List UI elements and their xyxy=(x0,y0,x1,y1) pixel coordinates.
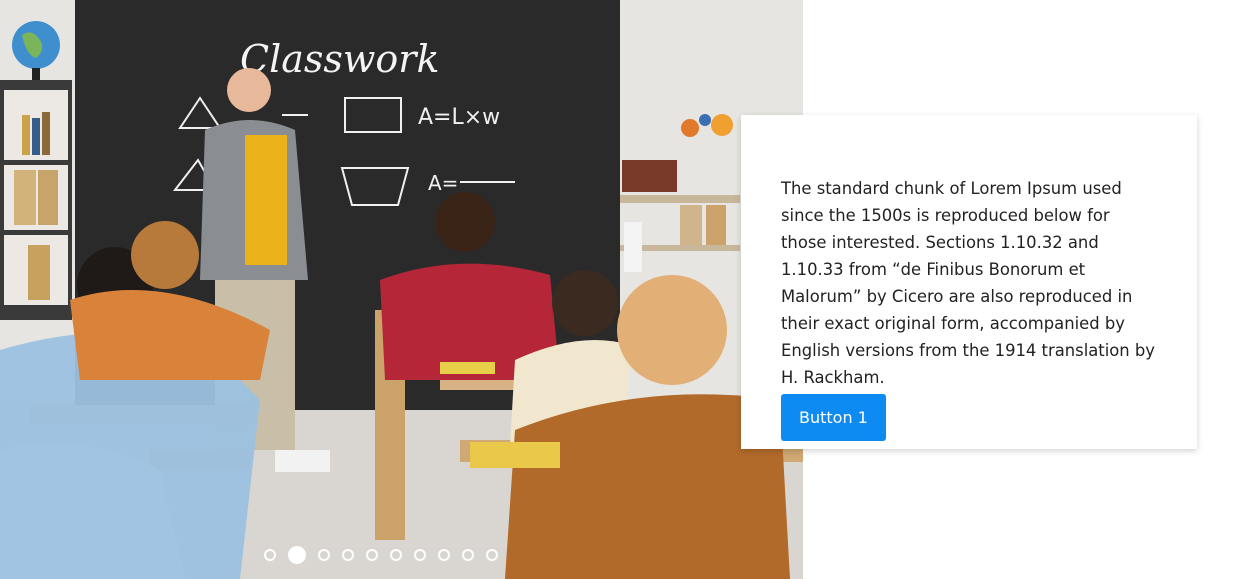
pagination-dot[interactable] xyxy=(264,549,276,561)
svg-text:A=L×w: A=L×w xyxy=(418,105,500,130)
pagination-dot[interactable] xyxy=(438,549,450,561)
pagination-dot[interactable] xyxy=(462,549,474,561)
pagination-dot[interactable] xyxy=(390,549,402,561)
slider-pagination xyxy=(264,546,498,564)
pagination-dot[interactable] xyxy=(486,549,498,561)
classroom-illustration: Classwork A=L×w A= xyxy=(0,0,803,579)
pagination-dot[interactable] xyxy=(366,549,378,561)
button-1[interactable]: Button 1 xyxy=(781,394,886,441)
content-card: The standard chunk of Lorem Ipsum used s… xyxy=(741,115,1197,449)
pagination-dot[interactable] xyxy=(342,549,354,561)
svg-text:A=: A= xyxy=(428,171,458,195)
chalkboard-title: Classwork xyxy=(240,37,439,81)
slider: Classwork A=L×w A= The standard chunk of… xyxy=(0,0,1239,579)
pagination-dot-active[interactable] xyxy=(288,546,306,564)
card-description: The standard chunk of Lorem Ipsum used s… xyxy=(781,179,1156,387)
slide-image: Classwork A=L×w A= xyxy=(0,0,803,579)
pagination-dot[interactable] xyxy=(318,549,330,561)
pagination-dot[interactable] xyxy=(414,549,426,561)
